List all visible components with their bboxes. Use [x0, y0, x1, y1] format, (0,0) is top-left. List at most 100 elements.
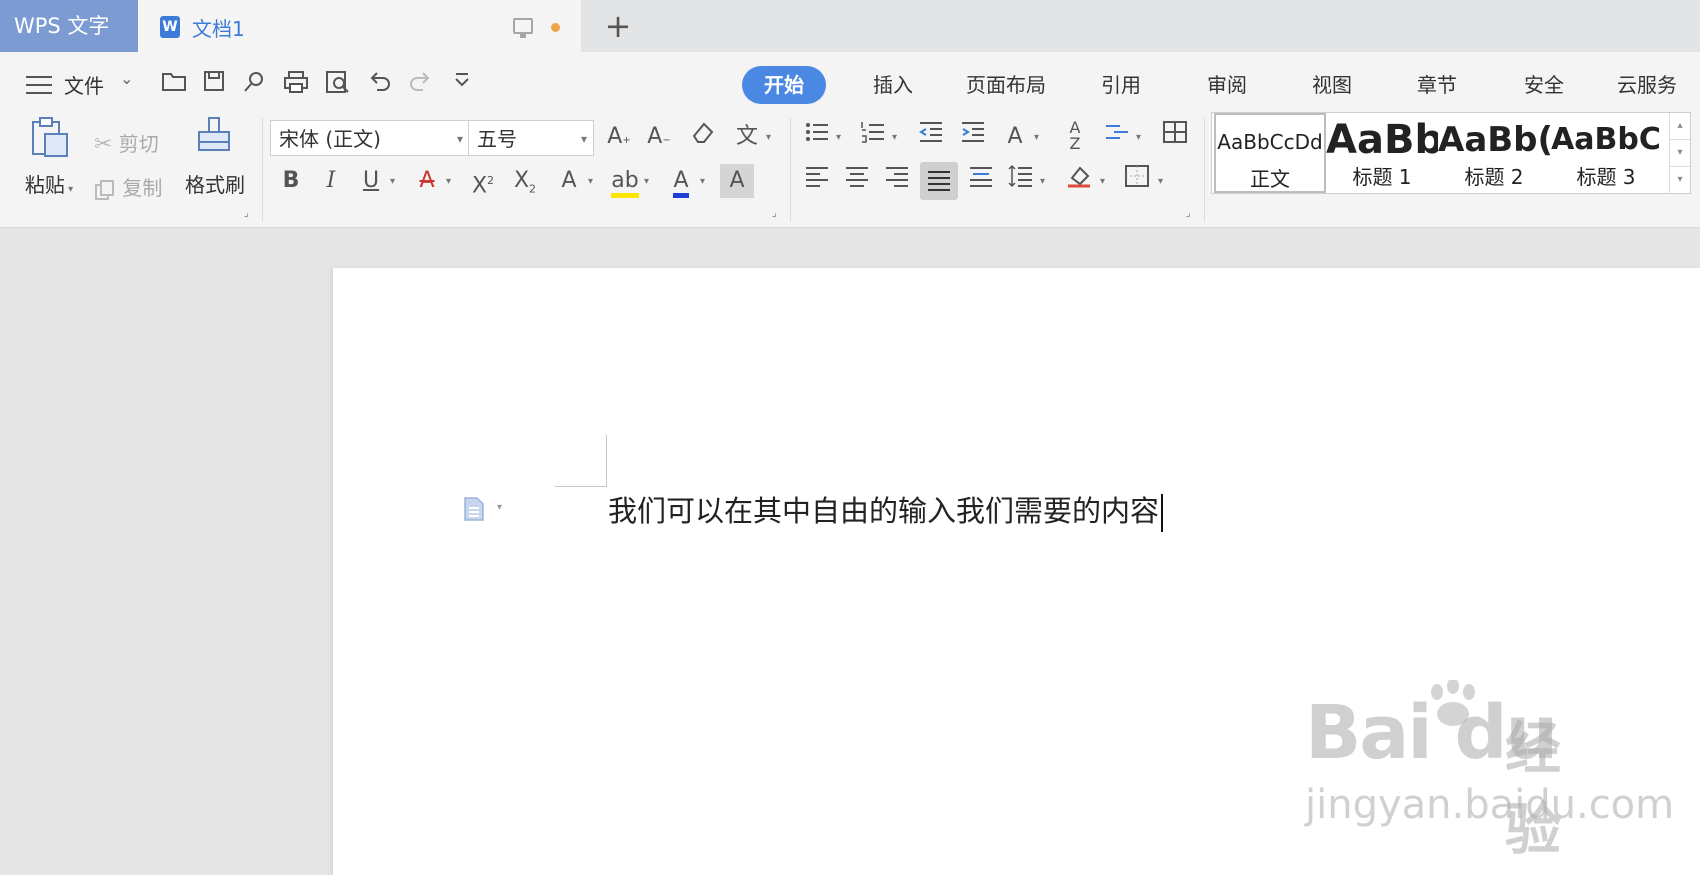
style-preview: AaBbCcDd: [1217, 130, 1323, 154]
tab-cloud-service[interactable]: 云服务: [1617, 66, 1677, 104]
style-heading-2[interactable]: AaBb( 标题 2: [1438, 113, 1550, 193]
italic-icon[interactable]: I: [314, 164, 348, 198]
shading-dropdown-icon[interactable]: ▾: [1100, 176, 1105, 187]
customize-toolbar-icon[interactable]: [448, 70, 476, 98]
font-family-select[interactable]: 宋体 (正文) ▾: [270, 120, 470, 156]
tab-view[interactable]: 视图: [1312, 66, 1352, 104]
style-label: 正文: [1250, 167, 1290, 191]
align-center-icon[interactable]: [840, 164, 874, 198]
chevron-down-icon[interactable]: ⌄: [120, 69, 133, 88]
phonetic-dropdown-icon[interactable]: ▾: [766, 132, 771, 143]
marks-dropdown-icon[interactable]: ▾: [1136, 132, 1141, 143]
ribbon: 文件 ⌄ 开始 插入 页面布局 引用 审阅 视图 章节 安全 云服务 粘贴 ▾: [0, 52, 1700, 228]
table-grid-icon[interactable]: [1158, 120, 1192, 154]
clear-formatting-icon[interactable]: [686, 120, 720, 154]
cut-button[interactable]: ✂ 剪切: [94, 128, 159, 157]
paragraph-layout-icon[interactable]: [463, 496, 484, 521]
distributed-align-icon[interactable]: [964, 164, 998, 198]
shading-icon[interactable]: [1062, 164, 1096, 198]
app-tab-wps-writer[interactable]: WPS 文字: [0, 0, 138, 52]
superscript-icon[interactable]: X2: [466, 164, 500, 198]
numbered-list-icon[interactable]: [856, 120, 890, 154]
file-menu-button[interactable]: 文件: [64, 70, 104, 99]
style-label: 标题 1: [1352, 165, 1412, 189]
decrease-indent-icon[interactable]: [914, 120, 948, 154]
bold-icon[interactable]: B: [274, 164, 308, 198]
underline-dropdown-icon[interactable]: ▾: [390, 176, 395, 187]
strikethrough-icon[interactable]: A: [410, 164, 444, 198]
sort-icon[interactable]: AZ: [1058, 120, 1092, 154]
justify-icon[interactable]: [920, 162, 958, 200]
highlight-icon[interactable]: ab: [608, 164, 642, 198]
format-painter-button[interactable]: 格式刷: [178, 116, 252, 198]
document-tab-title: 文档1: [192, 17, 245, 41]
export-pdf-icon[interactable]: [240, 70, 268, 98]
text-effect-icon[interactable]: A: [552, 164, 586, 198]
decrease-font-size-icon[interactable]: A−: [642, 120, 676, 154]
underline-icon[interactable]: U: [354, 164, 388, 198]
line-spacing-icon[interactable]: [1004, 164, 1038, 198]
format-painter-label: 格式刷: [185, 173, 245, 197]
document-body-text[interactable]: 我们可以在其中自由的输入我们需要的内容: [608, 488, 1164, 532]
line-spacing-dropdown-icon[interactable]: ▾: [1040, 176, 1045, 187]
clipboard-expand-icon[interactable]: ⌟: [244, 208, 249, 219]
open-folder-icon[interactable]: [160, 70, 188, 98]
style-heading-3[interactable]: AaBbC 标题 3: [1550, 113, 1662, 193]
tab-chapter[interactable]: 章节: [1417, 66, 1457, 104]
character-spacing-icon[interactable]: A: [998, 120, 1032, 154]
tab-page-layout[interactable]: 页面布局: [966, 66, 1046, 104]
show-hide-marks-icon[interactable]: [1100, 120, 1134, 154]
style-label: 标题 3: [1576, 165, 1636, 189]
align-right-icon[interactable]: [880, 164, 914, 198]
numbered-dropdown-icon[interactable]: ▾: [892, 132, 897, 143]
more-styles-icon[interactable]: ▾: [1670, 166, 1690, 193]
font-color-dropdown-icon[interactable]: ▾: [700, 176, 705, 187]
strikethrough-dropdown-icon[interactable]: ▾: [446, 176, 451, 187]
copy-button[interactable]: 复制: [94, 172, 162, 201]
text-effect-dropdown-icon[interactable]: ▾: [588, 176, 593, 187]
increase-indent-icon[interactable]: [956, 120, 990, 154]
tab-references[interactable]: 引用: [1101, 66, 1141, 104]
print-preview-icon[interactable]: [324, 70, 352, 98]
bullet-list-icon[interactable]: [800, 120, 834, 154]
tab-review[interactable]: 审阅: [1207, 66, 1247, 104]
bullet-dropdown-icon[interactable]: ▾: [836, 132, 841, 143]
borders-icon[interactable]: [1120, 164, 1154, 198]
highlight-dropdown-icon[interactable]: ▾: [644, 176, 649, 187]
increase-font-size-icon[interactable]: A+: [602, 120, 636, 154]
style-normal[interactable]: AaBbCcDd 正文: [1214, 113, 1326, 193]
tab-insert[interactable]: 插入: [873, 66, 913, 104]
menu-icon[interactable]: [26, 76, 52, 96]
wps-writer-doc-icon: W: [160, 16, 180, 38]
style-preview: AaBbC: [1551, 122, 1661, 157]
tab-home[interactable]: 开始: [742, 66, 826, 104]
font-color-icon[interactable]: A: [664, 164, 698, 198]
character-shading-icon[interactable]: A: [720, 164, 754, 198]
styles-scrollbar[interactable]: ▴ ▾ ▾: [1669, 113, 1690, 193]
scroll-down-icon[interactable]: ▾: [1670, 139, 1690, 166]
paste-label: 粘贴: [24, 173, 65, 197]
margin-corner-mark: [555, 486, 607, 487]
print-icon[interactable]: [282, 70, 310, 98]
style-heading-1[interactable]: AaBb 标题 1: [1326, 113, 1438, 193]
scroll-up-icon[interactable]: ▴: [1670, 113, 1690, 139]
text-cursor: [1161, 494, 1164, 532]
subscript-icon[interactable]: X2: [508, 164, 542, 198]
font-expand-icon[interactable]: ⌟: [772, 208, 777, 219]
borders-dropdown-icon[interactable]: ▾: [1158, 176, 1163, 187]
phonetic-guide-icon[interactable]: 文: [730, 120, 764, 154]
spacing-dropdown-icon[interactable]: ▾: [1034, 132, 1039, 143]
undo-icon[interactable]: [366, 70, 394, 98]
redo-icon[interactable]: [406, 70, 434, 98]
new-tab-button[interactable]: +: [600, 6, 636, 46]
monitor-icon[interactable]: [513, 18, 533, 38]
tab-security[interactable]: 安全: [1524, 66, 1564, 104]
save-icon[interactable]: [200, 70, 228, 98]
paste-button[interactable]: 粘贴 ▾: [18, 116, 80, 198]
document-tab[interactable]: W 文档1: [138, 0, 581, 52]
tab-bar: WPS 文字 W 文档1 +: [0, 0, 1700, 52]
align-left-icon[interactable]: [800, 164, 834, 198]
font-size-select[interactable]: 五号 ▾: [468, 120, 594, 156]
paragraph-expand-icon[interactable]: ⌟: [1186, 208, 1191, 219]
paragraph-layout-dropdown-icon[interactable]: ▾: [497, 502, 502, 513]
